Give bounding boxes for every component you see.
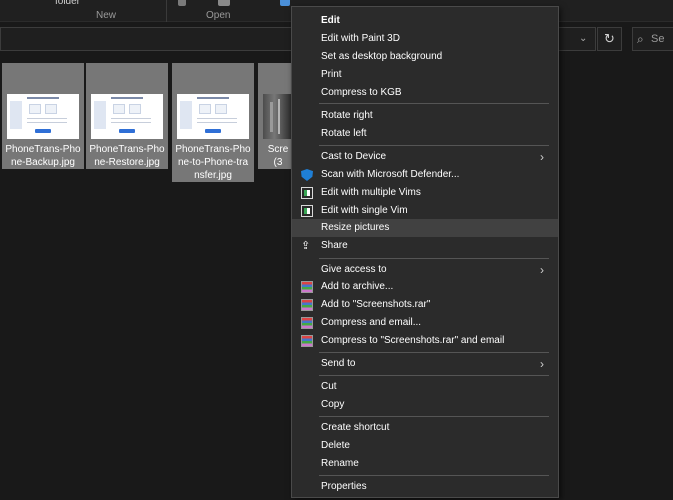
menu-item-label: Copy [321, 399, 345, 410]
menu-item-cast-to-device[interactable]: Cast to Device › [292, 148, 558, 166]
chevron-right-icon: › [540, 263, 544, 277]
ribbon-group-open: Open [206, 10, 231, 21]
shield-icon [301, 169, 313, 181]
menu-item-label: Rename [321, 458, 359, 469]
menu-item-compress-rar-and-email[interactable]: Compress to "Screenshots.rar" and email [292, 332, 558, 350]
menu-item-send-to[interactable]: Send to › [292, 355, 558, 373]
file-name: PhoneTrans-Pho ne-Restore.jpg [89, 144, 165, 168]
winrar-icon [301, 335, 313, 347]
menu-item-share[interactable]: ⇪ Share [292, 237, 558, 255]
file-thumbnail [91, 94, 163, 139]
menu-item-set-desktop-background[interactable]: Set as desktop background [292, 48, 558, 66]
menu-separator [319, 375, 549, 376]
menu-item-resize-pictures[interactable]: Resize pictures [292, 219, 558, 237]
menu-item-label: Edit with multiple Vims [321, 187, 421, 198]
search-placeholder: Se [651, 33, 665, 45]
menu-item-label: Properties [321, 481, 367, 492]
menu-item-copy[interactable]: Copy [292, 396, 558, 414]
menu-item-label: Edit with Paint 3D [321, 33, 400, 44]
search-box[interactable]: ⌕ Se [632, 27, 673, 51]
menu-item-label: Cut [321, 381, 337, 392]
menu-separator [319, 416, 549, 417]
menu-item-scan-defender[interactable]: Scan with Microsoft Defender... [292, 166, 558, 184]
menu-item-label: Resize pictures [321, 222, 390, 233]
file-thumbnail [177, 94, 249, 139]
menu-item-edit-paint3d[interactable]: Edit with Paint 3D [292, 30, 558, 48]
file-item[interactable]: PhoneTrans-Pho ne-Restore.jpg [86, 63, 168, 169]
file-item[interactable]: PhoneTrans-Pho ne-Backup.jpg [2, 63, 84, 169]
menu-item-give-access[interactable]: Give access to › [292, 261, 558, 279]
menu-item-label: Compress and email... [321, 317, 422, 328]
menu-item-edit-multiple-vims[interactable]: Edit with multiple Vims [292, 184, 558, 202]
menu-item-label: Set as desktop background [321, 51, 443, 62]
winrar-icon [301, 281, 313, 293]
menu-item-label: Cast to Device [321, 151, 387, 162]
properties-icon[interactable] [178, 0, 186, 6]
menu-item-edit-single-vim[interactable]: Edit with single Vim [292, 202, 558, 220]
share-icon: ⇪ [301, 240, 311, 252]
menu-item-print[interactable]: Print [292, 66, 558, 84]
menu-item-label: Delete [321, 440, 350, 451]
menu-item-label: Print [321, 69, 342, 80]
refresh-button[interactable]: ↻ [597, 27, 622, 51]
menu-item-label: Add to "Screenshots.rar" [321, 299, 431, 310]
chevron-right-icon: › [540, 357, 544, 371]
menu-item-properties[interactable]: Properties [292, 478, 558, 496]
menu-separator [319, 258, 549, 259]
file-name: PhoneTrans-Pho ne-Backup.jpg [5, 144, 81, 168]
invert-selection-icon[interactable] [280, 0, 290, 6]
winrar-icon [301, 317, 313, 329]
menu-item-label: Compress to "Screenshots.rar" and email [321, 335, 505, 346]
menu-separator [319, 475, 549, 476]
history-icon[interactable] [218, 0, 230, 6]
winrar-icon [301, 299, 313, 311]
menu-item-label: Edit [321, 15, 340, 26]
context-menu: Edit Edit with Paint 3D Set as desktop b… [291, 6, 559, 498]
menu-item-label: Edit with single Vim [321, 205, 408, 216]
menu-item-label: Scan with Microsoft Defender... [321, 169, 460, 180]
search-icon: ⌕ [637, 32, 644, 46]
menu-item-label: Share [321, 240, 348, 251]
file-name: PhoneTrans-Pho ne-to-Phone-tra nsfer.jpg [175, 144, 251, 181]
ribbon-group-new: New [96, 10, 117, 21]
menu-item-delete[interactable]: Delete [292, 437, 558, 455]
file-item[interactable]: PhoneTrans-Pho ne-to-Phone-tra nsfer.jpg [172, 63, 254, 182]
menu-item-label: Rotate right [321, 110, 373, 121]
menu-separator [319, 145, 549, 146]
menu-item-label: Send to [321, 358, 356, 369]
file-explorer-window: folder New Open ⌄ ↻ ⌕ Se PhoneTrans-Pho … [0, 0, 673, 500]
menu-separator [319, 103, 549, 104]
menu-item-rename[interactable]: Rename [292, 455, 558, 473]
vim-icon [301, 205, 313, 217]
file-thumbnail [7, 94, 79, 139]
chevron-down-icon[interactable]: ⌄ [579, 33, 587, 44]
menu-item-label: Create shortcut [321, 422, 390, 433]
menu-item-compress-and-email[interactable]: Compress and email... [292, 314, 558, 332]
menu-item-label: Give access to [321, 264, 387, 275]
ribbon-folder-label: folder [55, 0, 81, 7]
menu-item-label: Add to archive... [321, 281, 394, 292]
menu-item-create-shortcut[interactable]: Create shortcut [292, 419, 558, 437]
menu-item-add-to-archive[interactable]: Add to archive... [292, 278, 558, 296]
menu-item-label: Compress to KGB [321, 87, 402, 98]
menu-item-rotate-right[interactable]: Rotate right [292, 107, 558, 125]
vim-icon [301, 187, 313, 199]
ribbon-divider [166, 0, 167, 22]
menu-item-cut[interactable]: Cut [292, 378, 558, 396]
menu-item-label: Rotate left [321, 128, 367, 139]
refresh-icon: ↻ [604, 31, 615, 46]
menu-item-compress-kgb[interactable]: Compress to KGB [292, 84, 558, 102]
menu-item-add-to-screenshots-rar[interactable]: Add to "Screenshots.rar" [292, 296, 558, 314]
menu-separator [319, 352, 549, 353]
menu-item-edit[interactable]: Edit [292, 12, 558, 30]
chevron-right-icon: › [540, 150, 544, 164]
menu-item-rotate-left[interactable]: Rotate left [292, 125, 558, 143]
